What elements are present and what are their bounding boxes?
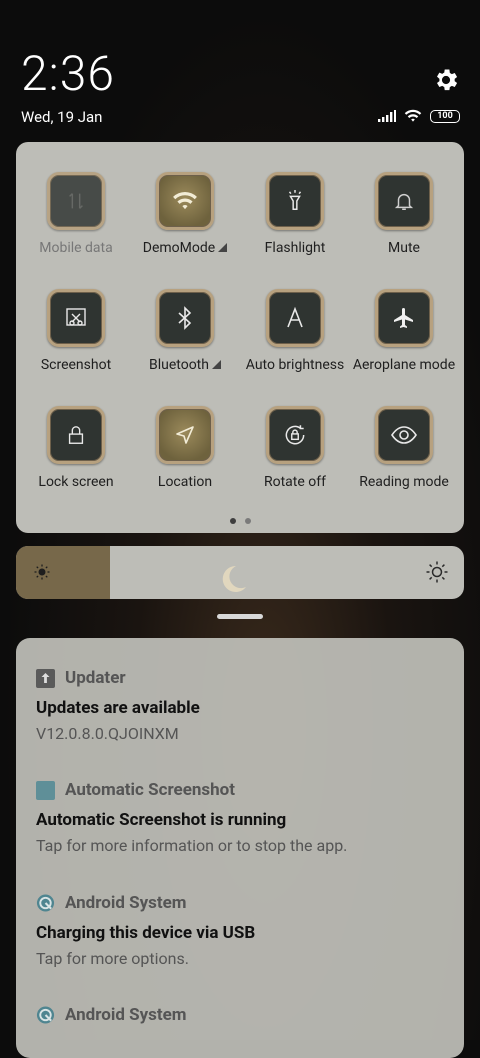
tile-label: Mute xyxy=(388,240,420,256)
tile-demomode[interactable]: DemoMode xyxy=(130,172,240,256)
app-square-icon xyxy=(36,780,55,800)
android-system-icon xyxy=(36,894,55,913)
mobile-data-icon xyxy=(47,172,105,230)
notification-title: Updates are available xyxy=(36,698,200,718)
wifi-icon xyxy=(404,109,422,122)
tile-label: Rotate off xyxy=(263,474,326,490)
notification-text: Tap for more options. xyxy=(36,949,189,968)
bluetooth-icon xyxy=(156,289,214,347)
tile-bluetooth[interactable]: Bluetooth xyxy=(130,289,240,373)
notification-card[interactable]: Android System xyxy=(36,1005,446,1025)
clock-date[interactable]: Wed, 19 Jan xyxy=(21,108,102,126)
lock-icon xyxy=(47,406,105,464)
tile-label: Reading mode xyxy=(359,474,449,490)
battery-icon: 100 xyxy=(430,109,460,123)
notification-card[interactable]: Android System Charging this device via … xyxy=(36,893,446,968)
notification-text: V12.0.8.0.QJOINXM xyxy=(36,724,179,743)
settings-gear-icon[interactable] xyxy=(432,66,460,94)
tile-label: Screenshot xyxy=(40,357,112,373)
page-dot-active[interactable] xyxy=(229,518,236,524)
location-icon xyxy=(156,406,214,464)
brightness-high-icon xyxy=(426,561,448,583)
tile-label: Location xyxy=(157,474,213,490)
status-icons: 100 xyxy=(378,109,460,123)
tile-screenshot[interactable]: Screenshot xyxy=(21,289,131,373)
brightness-fill xyxy=(16,546,111,599)
tile-rotate-off[interactable]: Rotate off xyxy=(240,406,350,490)
updater-icon xyxy=(36,668,55,688)
tile-label: DemoMode xyxy=(142,240,216,256)
bell-icon xyxy=(375,172,433,230)
tile-aeroplane-mode[interactable]: Aeroplane mode xyxy=(349,289,459,373)
notification-title: Automatic Screenshot is running xyxy=(36,810,287,830)
tile-mute[interactable]: Mute xyxy=(349,172,459,256)
flashlight-icon xyxy=(266,172,324,230)
tile-flashlight[interactable]: Flashlight xyxy=(240,172,350,256)
expand-triangle-icon[interactable] xyxy=(218,243,228,252)
brightness-low-icon xyxy=(34,564,50,580)
android-system-icon xyxy=(36,1006,55,1025)
notification-title: Charging this device via USB xyxy=(36,923,256,943)
tile-label: Aeroplane mode xyxy=(352,357,456,373)
tile-label: Mobile data xyxy=(39,240,113,256)
tile-label: Bluetooth xyxy=(149,357,209,373)
auto-brightness-icon xyxy=(266,289,324,347)
tile-lock-screen[interactable]: Lock screen xyxy=(21,406,131,490)
tile-label: Auto brightness xyxy=(245,357,345,373)
tile-mobile-data[interactable]: Mobile data xyxy=(21,172,131,256)
page-dot[interactable] xyxy=(244,518,251,524)
wifi-icon xyxy=(156,172,214,230)
drag-handle[interactable] xyxy=(217,614,263,619)
tile-label: Flashlight xyxy=(264,240,326,256)
signal-icon xyxy=(378,110,396,122)
notification-text: Tap for more information or to stop the … xyxy=(36,836,348,855)
rotate-lock-icon xyxy=(266,406,324,464)
tile-reading-mode[interactable]: Reading mode xyxy=(349,406,459,490)
page-indicator xyxy=(0,518,480,524)
notification-app-name: Updater xyxy=(65,668,126,688)
notification-app-name: Android System xyxy=(65,1005,187,1025)
tile-label: Lock screen xyxy=(38,474,114,490)
notification-app-name: Automatic Screenshot xyxy=(65,780,236,800)
notification-app-name: Android System xyxy=(65,893,187,913)
expand-triangle-icon[interactable] xyxy=(211,360,221,369)
airplane-icon xyxy=(375,289,433,347)
eye-icon xyxy=(375,406,433,464)
notification-card[interactable]: Automatic Screenshot Automatic Screensho… xyxy=(36,780,446,855)
clock-time[interactable]: 2:36 xyxy=(21,48,115,100)
tile-location[interactable]: Location xyxy=(130,406,240,490)
notification-card[interactable]: Updater Updates are available V12.0.8.0.… xyxy=(36,668,446,743)
tile-auto-brightness[interactable]: Auto brightness xyxy=(240,289,350,373)
notification-list: Updater Updates are available V12.0.8.0.… xyxy=(16,638,464,1058)
moon-decoration-icon xyxy=(222,565,246,592)
screenshot-icon xyxy=(47,289,105,347)
